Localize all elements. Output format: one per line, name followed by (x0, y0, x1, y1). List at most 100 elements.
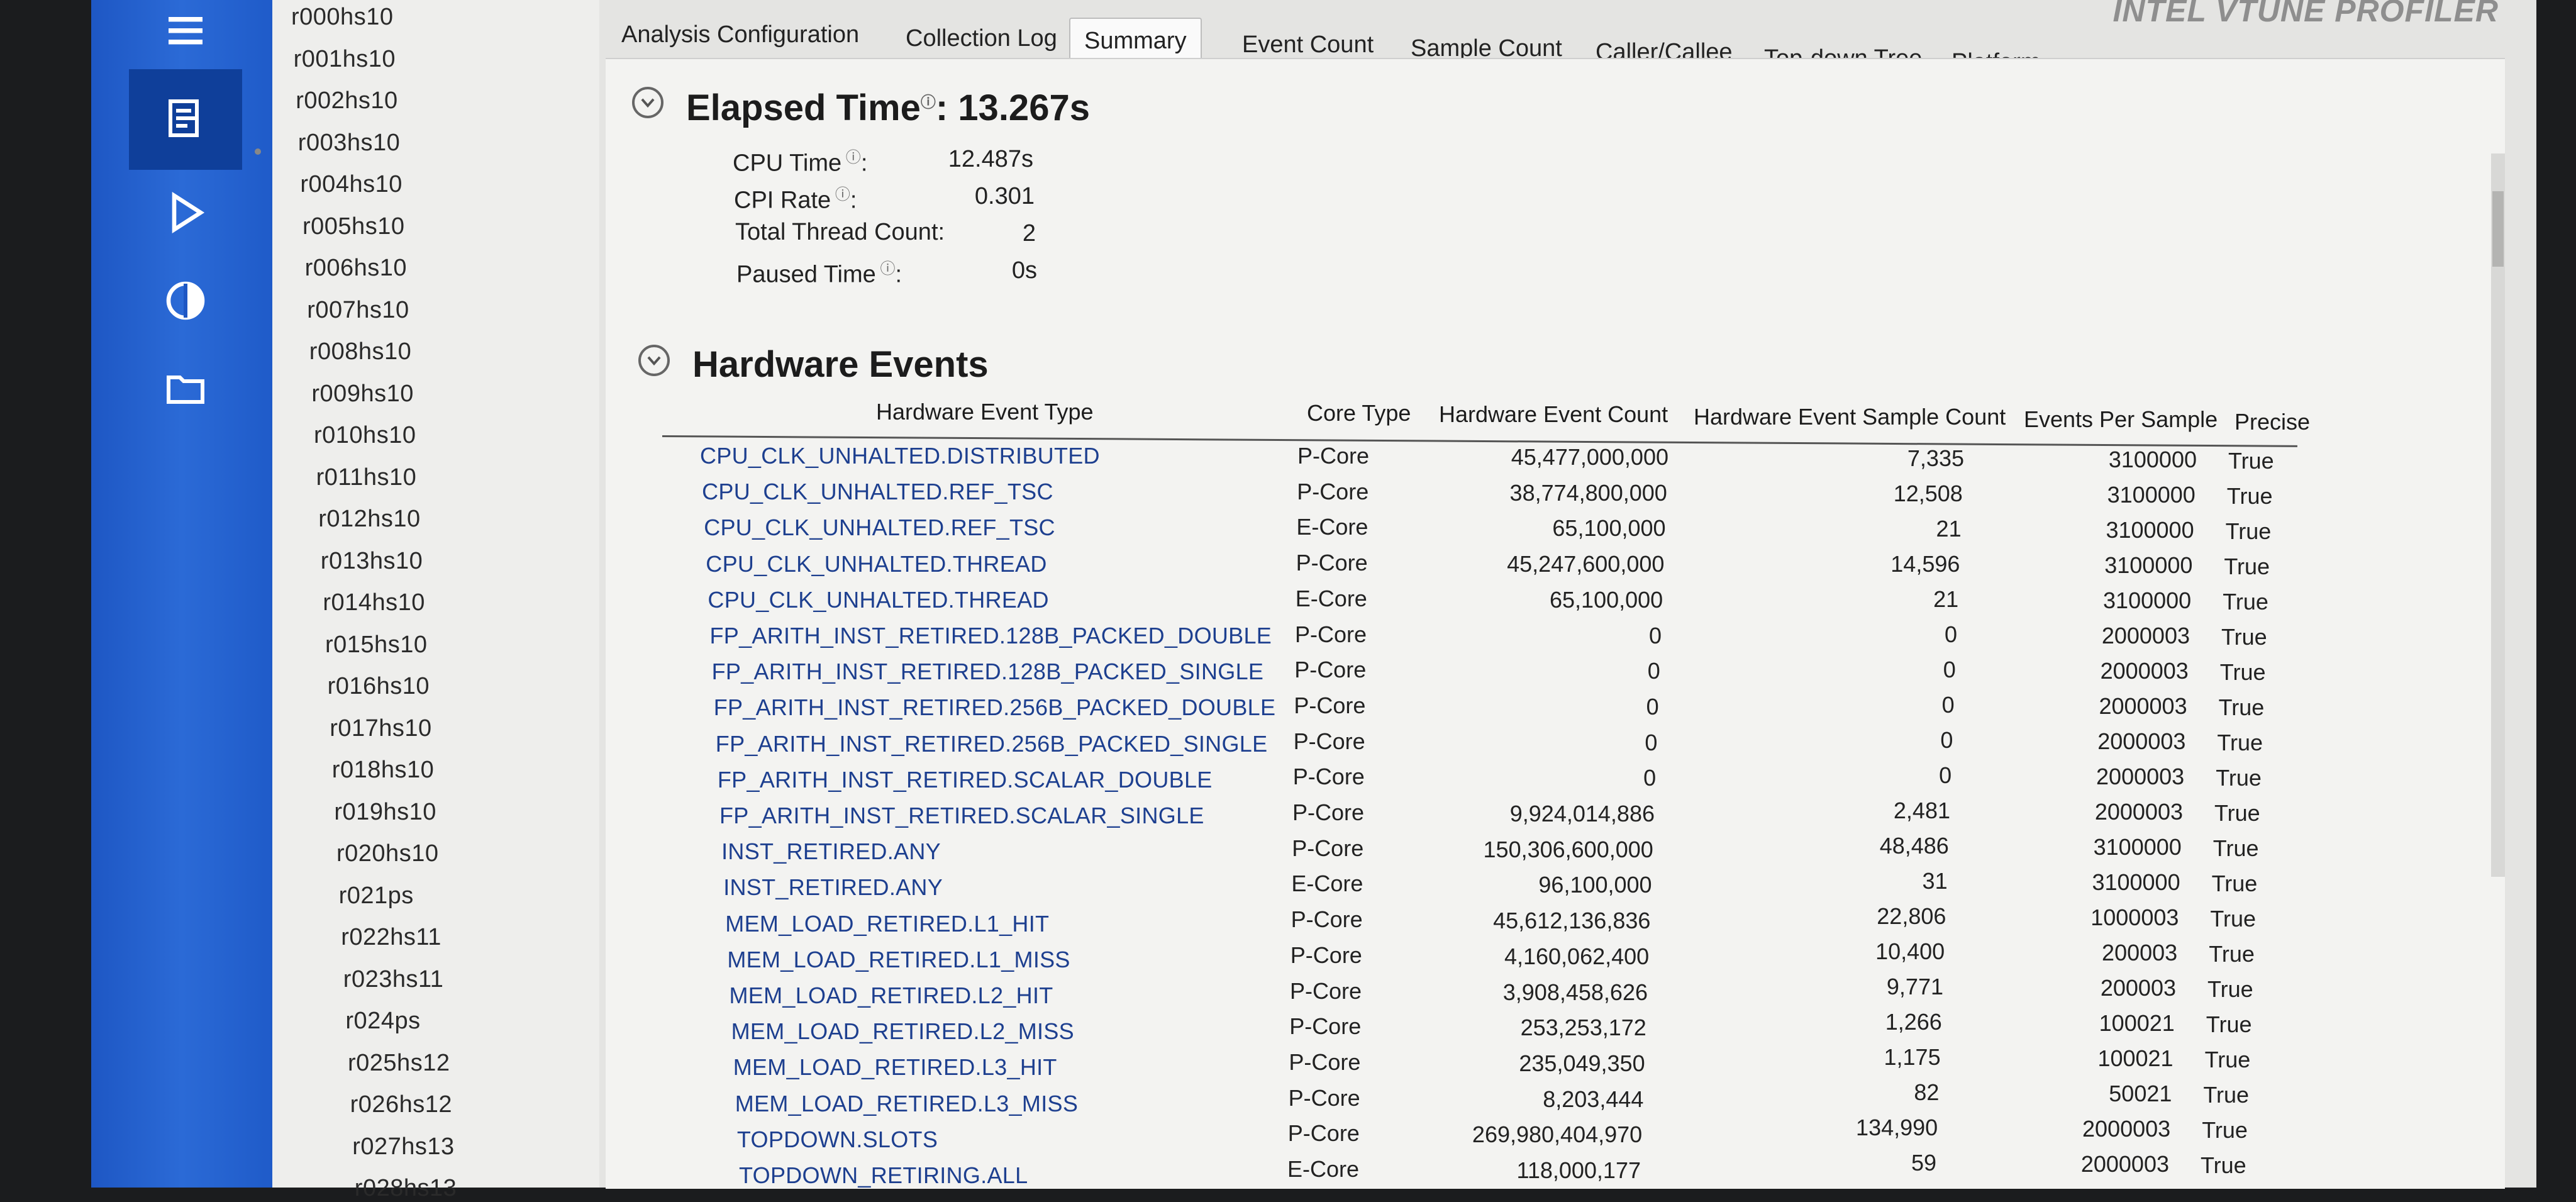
event-type-cell[interactable]: CPU_CLK_UNHALTED.REF_TSC (704, 515, 1055, 541)
result-item[interactable]: r017hs10 (330, 715, 431, 742)
core-type-cell: P-Core (1295, 621, 1367, 647)
scrollbar-thumb[interactable] (2492, 191, 2504, 267)
core-type-cell: P-Core (1290, 977, 1362, 1004)
event-type-cell[interactable]: TOPDOWN_RETIRING.ALL (739, 1162, 1028, 1189)
event-type-cell[interactable]: MEM_LOAD_RETIRED.L3_HIT (733, 1054, 1057, 1081)
events-per-sample-cell: 1000003 (2090, 904, 2179, 930)
event-count-cell: 0 (1646, 693, 1659, 720)
help-icon[interactable]: ⓘ (921, 94, 936, 111)
event-count-cell: 253,253,172 (1520, 1015, 1646, 1041)
result-item[interactable]: r010hs10 (314, 422, 416, 449)
result-item[interactable]: r015hs10 (325, 632, 427, 659)
event-type-cell[interactable]: FP_ARITH_INST_RETIRED.256B_PACKED_SINGLE (716, 731, 1268, 757)
result-item[interactable]: r000hs10 (291, 4, 393, 31)
result-item[interactable]: r019hs10 (334, 799, 436, 826)
result-item[interactable]: r024ps (345, 1008, 420, 1035)
result-item[interactable]: r009hs10 (311, 381, 413, 408)
help-icon[interactable]: ⓘ (841, 149, 861, 166)
result-item[interactable]: r014hs10 (323, 589, 425, 616)
event-type-cell[interactable]: FP_ARITH_INST_RETIRED.256B_PACKED_DOUBLE (714, 694, 1276, 721)
event-type-cell[interactable]: FP_ARITH_INST_RETIRED.128B_PACKED_SINGLE (712, 659, 1264, 685)
event-type-cell[interactable]: FP_ARITH_INST_RETIRED.SCALAR_DOUBLE (718, 767, 1213, 793)
result-item[interactable]: r016hs10 (328, 673, 430, 700)
result-item[interactable]: r025hs12 (348, 1050, 450, 1077)
hamburger-menu-icon (163, 8, 208, 56)
result-item[interactable]: r008hs10 (309, 338, 411, 365)
nav-analysis[interactable] (129, 252, 242, 352)
result-item[interactable]: r003hs10 (298, 130, 400, 157)
result-item[interactable]: r005hs10 (303, 213, 404, 240)
event-type-cell[interactable]: MEM_LOAD_RETIRED.L1_MISS (727, 947, 1070, 973)
event-type-cell[interactable]: MEM_LOAD_RETIRED.L1_HIT (725, 911, 1049, 937)
result-item[interactable]: r028hs13 (355, 1175, 457, 1202)
column-header[interactable]: Events Per Sample (2024, 406, 2218, 433)
event-count-cell: 269,980,404,970 (1472, 1121, 1643, 1148)
event-type-cell[interactable]: FP_ARITH_INST_RETIRED.128B_PACKED_DOUBLE (710, 623, 1272, 649)
result-item[interactable]: r013hs10 (321, 548, 423, 575)
result-item[interactable]: r023hs11 (343, 966, 444, 993)
result-item[interactable]: r012hs10 (318, 506, 420, 533)
tab-analysis-configuration[interactable]: Analysis Configuration (621, 21, 859, 48)
result-item[interactable]: r026hs12 (350, 1091, 452, 1118)
nav-play[interactable] (129, 164, 242, 264)
column-header[interactable]: Hardware Event Sample Count (1694, 404, 2006, 430)
result-item[interactable]: r011hs10 (316, 464, 417, 491)
play-icon (163, 190, 208, 238)
event-count-cell: 96,100,000 (1538, 872, 1652, 898)
metric-label: Paused Time ⓘ: (736, 260, 902, 288)
result-item[interactable]: r027hs13 (352, 1133, 454, 1160)
result-item[interactable]: r006hs10 (305, 255, 407, 282)
sample-count-cell: 22,806 (1877, 903, 1946, 929)
event-type-cell[interactable]: INST_RETIRED.ANY (721, 838, 941, 865)
result-item[interactable]: r020hs10 (336, 840, 438, 867)
help-icon[interactable]: ⓘ (876, 260, 895, 277)
elapsed-time-label: Elapsed Time (686, 87, 921, 128)
column-header[interactable]: Hardware Event Type (876, 399, 1094, 425)
metric-value: 0.301 (974, 183, 1035, 209)
events-per-sample-cell: 50021 (2109, 1081, 2172, 1106)
tab-collection-log[interactable]: Collection Log (906, 25, 1057, 52)
event-type-cell[interactable]: FP_ARITH_INST_RETIRED.SCALAR_SINGLE (719, 803, 1204, 829)
hardware-events-heading: Hardware Events (692, 344, 989, 385)
event-count-cell: 38,774,800,000 (1509, 479, 1667, 506)
column-header[interactable]: Hardware Event Count (1439, 401, 1668, 428)
events-per-sample-cell: 2000003 (2099, 693, 2187, 719)
event-count-cell: 45,477,000,000 (1511, 444, 1668, 470)
event-type-cell[interactable]: INST_RETIRED.ANY (723, 874, 943, 901)
metric-label: CPU Time ⓘ: (733, 149, 868, 177)
event-count-cell: 0 (1648, 622, 1662, 648)
sample-count-cell: 0 (1941, 692, 1955, 718)
elapsed-collapse-icon[interactable] (632, 87, 663, 118)
vertical-scrollbar[interactable] (2491, 153, 2505, 877)
column-header[interactable]: Precise (2235, 409, 2310, 435)
result-item[interactable]: r002hs10 (296, 87, 397, 114)
result-item[interactable]: r022hs11 (341, 924, 441, 951)
events-per-sample-cell: 3100000 (2107, 482, 2196, 508)
event-count-cell: 0 (1647, 658, 1660, 684)
result-item[interactable]: r021ps (339, 882, 414, 910)
nav-folder[interactable] (129, 340, 242, 440)
result-item[interactable]: r007hs10 (307, 297, 409, 324)
help-icon[interactable]: ⓘ (831, 186, 850, 203)
event-type-cell[interactable]: TOPDOWN.SLOTS (737, 1127, 938, 1153)
event-type-cell[interactable]: CPU_CLK_UNHALTED.THREAD (708, 587, 1048, 613)
nav-results[interactable] (129, 69, 242, 170)
result-item[interactable]: r001hs10 (294, 46, 396, 73)
precise-cell: True (2221, 624, 2267, 650)
result-item[interactable]: r018hs10 (332, 757, 434, 784)
event-type-cell[interactable]: MEM_LOAD_RETIRED.L2_HIT (730, 982, 1053, 1009)
event-type-cell[interactable]: CPU_CLK_UNHALTED.DISTRIBUTED (700, 443, 1100, 469)
event-type-cell[interactable]: CPU_CLK_UNHALTED.REF_TSC (702, 479, 1053, 505)
sample-count-cell: 0 (1939, 762, 1952, 788)
events-per-sample-cell: 2000003 (2094, 799, 2183, 825)
hardware-events-collapse-icon[interactable] (638, 345, 670, 376)
column-header[interactable]: Core Type (1307, 400, 1411, 426)
event-count-cell: 4,160,062,400 (1504, 943, 1650, 969)
event-type-cell[interactable]: CPU_CLK_UNHALTED.THREAD (706, 551, 1046, 577)
tab-event-count[interactable]: Event Count (1242, 31, 1374, 58)
event-type-cell[interactable]: MEM_LOAD_RETIRED.L3_MISS (735, 1091, 1078, 1117)
result-item[interactable]: r004hs10 (300, 171, 402, 198)
precise-cell: True (2209, 941, 2255, 967)
core-type-cell: E-Core (1295, 585, 1367, 611)
event-type-cell[interactable]: MEM_LOAD_RETIRED.L2_MISS (731, 1018, 1074, 1045)
